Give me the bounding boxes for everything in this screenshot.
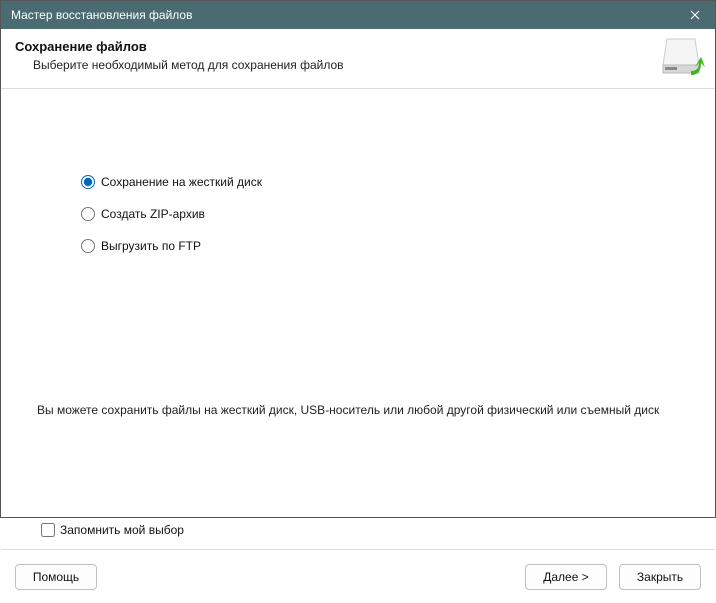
method-description: Вы можете сохранить файлы на жесткий дис…	[37, 403, 679, 417]
window-title: Мастер восстановления файлов	[11, 8, 192, 22]
option-upload-ftp[interactable]: Выгрузить по FTP	[81, 239, 679, 253]
hdd-save-icon	[661, 35, 705, 82]
option-create-zip[interactable]: Создать ZIP-архив	[81, 207, 679, 221]
page-title: Сохранение файлов	[15, 39, 701, 54]
option-label: Сохранение на жесткий диск	[101, 175, 262, 189]
titlebar: Мастер восстановления файлов	[1, 1, 715, 29]
remember-choice[interactable]: Запомнить мой выбор	[41, 523, 184, 537]
wizard-content: Сохранение на жесткий диск Создать ZIP-а…	[1, 175, 715, 549]
radio-create-zip[interactable]	[81, 207, 95, 221]
option-label: Выгрузить по FTP	[101, 239, 201, 253]
wizard-header: Сохранение файлов Выберите необходимый м…	[1, 29, 715, 89]
save-method-options: Сохранение на жесткий диск Создать ZIP-а…	[81, 175, 679, 253]
radio-save-hdd[interactable]	[81, 175, 95, 189]
remember-checkbox[interactable]	[41, 523, 55, 537]
option-save-hdd[interactable]: Сохранение на жесткий диск	[81, 175, 679, 189]
option-label: Создать ZIP-архив	[101, 207, 205, 221]
wizard-footer: Помощь Далее > Закрыть	[1, 549, 715, 603]
close-icon[interactable]	[675, 1, 715, 29]
help-button[interactable]: Помощь	[15, 564, 97, 590]
page-subtitle: Выберите необходимый метод для сохранени…	[33, 58, 701, 72]
close-button[interactable]: Закрыть	[619, 564, 701, 590]
radio-upload-ftp[interactable]	[81, 239, 95, 253]
next-button[interactable]: Далее >	[525, 564, 607, 590]
remember-label: Запомнить мой выбор	[60, 523, 184, 537]
